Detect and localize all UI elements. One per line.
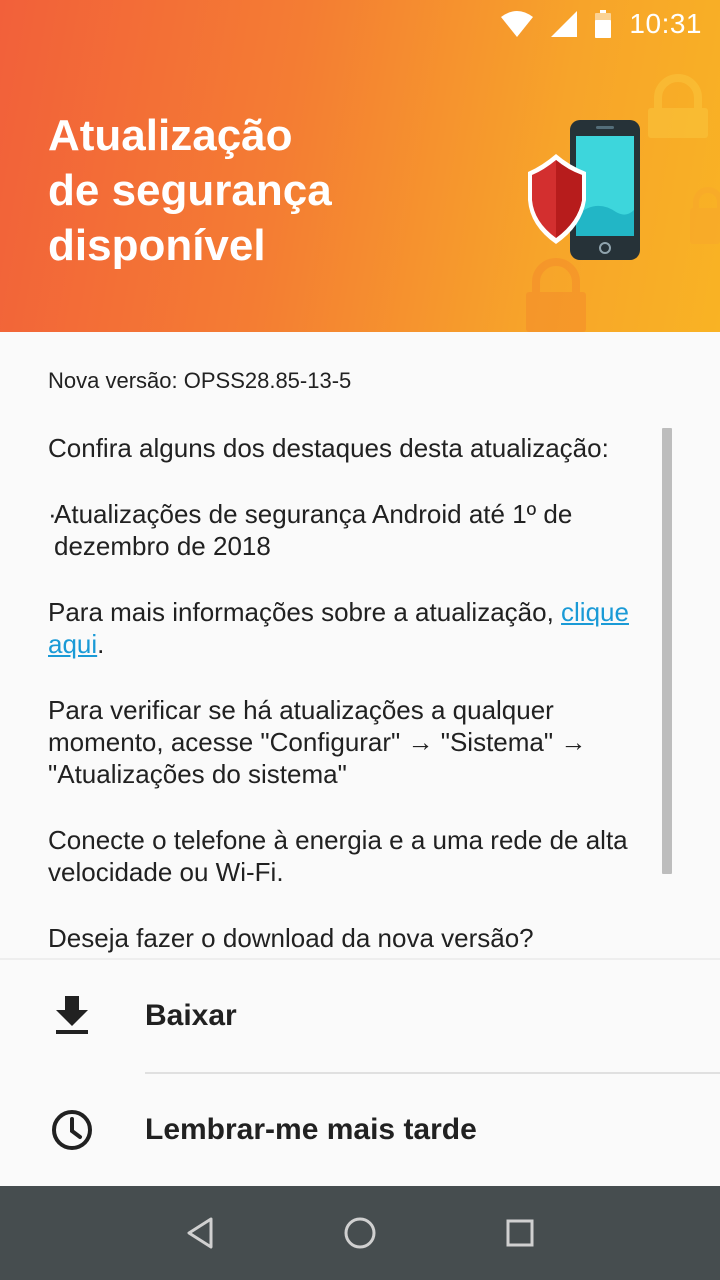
more-info-text: Para mais informações sobre a atualizaçã… <box>48 596 658 660</box>
download-question: Deseja fazer o download da nova versão? <box>48 923 534 953</box>
title-line-2: de segurança <box>48 166 332 215</box>
signal-icon <box>551 11 578 37</box>
status-bar: 10:31 <box>0 0 720 48</box>
update-header: Atualização de segurança disponível <box>0 0 720 332</box>
title-line-3: disponível <box>48 221 266 270</box>
check-updates-text: Para verificar se há atualizações a qual… <box>48 695 587 789</box>
more-info-prefix: Para mais informações sobre a atualizaçã… <box>48 597 562 627</box>
navigation-bar <box>0 1186 720 1280</box>
phone-shield-lock-illustration <box>526 74 720 332</box>
home-icon <box>344 1217 376 1249</box>
remind-later-button[interactable]: Lembrar-me mais tarde <box>0 1074 720 1186</box>
download-label: Baixar <box>145 999 237 1032</box>
title-line-1: Atualização <box>48 111 293 160</box>
home-button[interactable] <box>330 1203 390 1263</box>
back-button[interactable] <box>170 1203 230 1263</box>
action-list: Baixar Lembrar-me mais tarde <box>0 958 720 1188</box>
update-details[interactable]: Nova versão: OPSS28.85-13-5 Confira algu… <box>0 332 720 958</box>
intro-text: Confira alguns dos destaques desta atual… <box>48 433 609 463</box>
remind-later-label: Lembrar-me mais tarde <box>145 1113 477 1146</box>
bullet-text: Atualizações de segurança Android até 1º… <box>54 499 573 561</box>
page-title: Atualização de segurança disponível <box>48 108 388 273</box>
connect-text: Conecte o telefone à energia e a uma red… <box>48 825 628 887</box>
back-icon <box>187 1217 213 1249</box>
wifi-icon <box>501 11 534 37</box>
more-info-suffix: . <box>97 629 105 659</box>
lock-icon <box>648 74 708 138</box>
lock-icon <box>526 258 586 332</box>
lock-icon <box>690 187 720 244</box>
recents-button[interactable] <box>490 1203 550 1263</box>
download-icon <box>50 994 94 1038</box>
release-notes: Confira alguns dos destaques desta atual… <box>48 432 658 958</box>
recents-icon <box>506 1219 534 1247</box>
clock-icon <box>50 1108 94 1152</box>
scrollbar[interactable] <box>662 428 672 874</box>
download-button[interactable]: Baixar <box>0 960 720 1072</box>
version-label: Nova versão: OPSS28.85-13-5 <box>48 368 352 393</box>
list-item: · Atualizações de segurança Android até … <box>48 498 658 562</box>
clock-time: 10:31 <box>629 8 702 39</box>
battery-icon <box>595 10 612 38</box>
